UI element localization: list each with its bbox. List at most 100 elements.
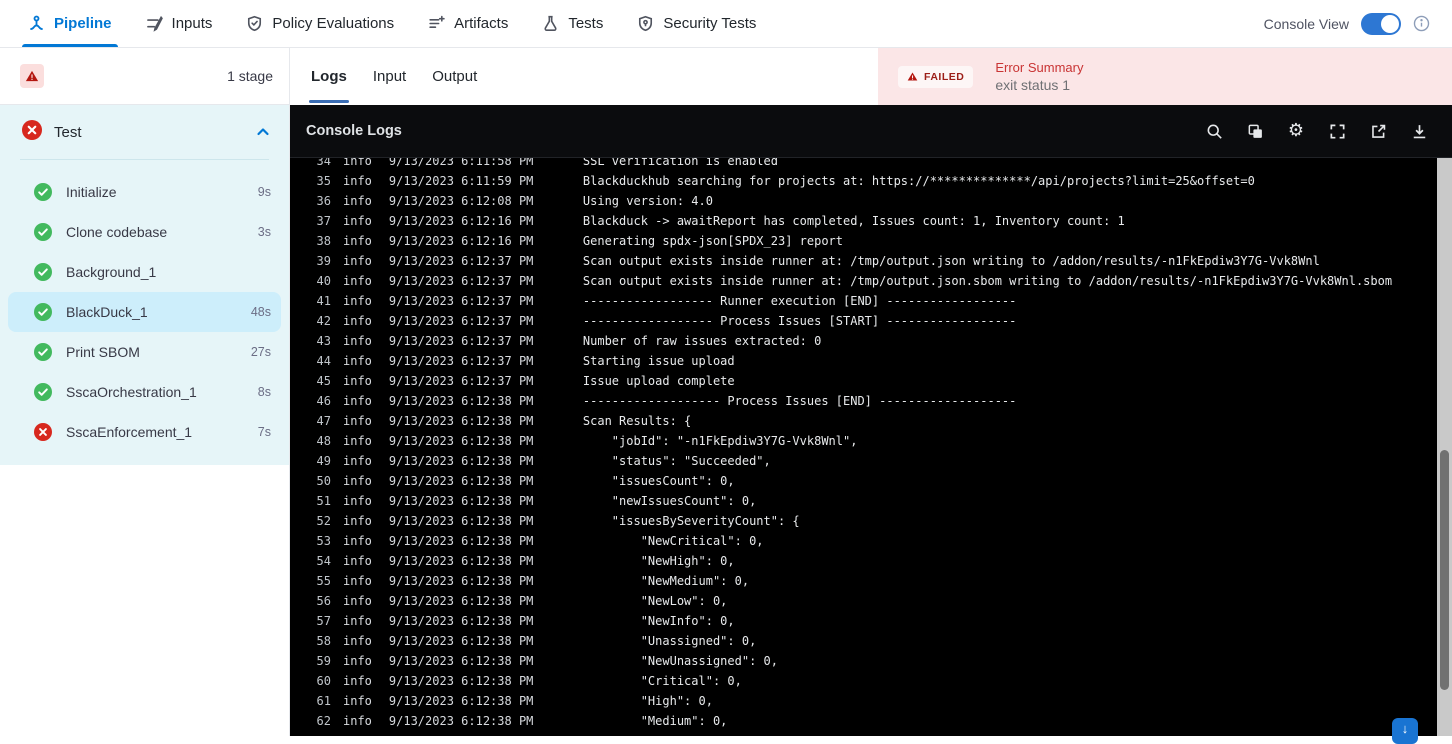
log-line-number: 43 (316, 334, 331, 348)
step-row[interactable]: Background_1 (8, 252, 281, 292)
log-level: info (343, 158, 372, 168)
log-level: info (343, 694, 372, 708)
log-timestamp: 9/13/2023 6:12:16 PM (388, 214, 534, 228)
log-level: info (343, 594, 372, 608)
log-line: 43 info 9/13/2023 6:12:37 PM Number of r… (290, 331, 1452, 351)
tab-label: Pipeline (54, 15, 112, 32)
step-row[interactable]: Print SBOM 27s (8, 332, 281, 372)
log-line: 55 info 9/13/2023 6:12:38 PM "NewMedium"… (290, 571, 1452, 591)
log-message: "High": 0, (582, 694, 713, 708)
tab-pipeline[interactable]: Pipeline (22, 0, 118, 47)
info-icon[interactable] (1413, 15, 1430, 32)
log-timestamp: 9/13/2023 6:12:37 PM (388, 374, 534, 388)
failed-badge: FAILED (898, 65, 974, 88)
error-summary-title: Error Summary (995, 60, 1084, 75)
step-duration: 3s (257, 225, 271, 239)
step-name: Background_1 (66, 264, 157, 280)
open-in-new-icon[interactable] (1369, 122, 1387, 140)
log-line: 34 info 9/13/2023 6:11:58 PM SSL verific… (290, 158, 1452, 171)
log-level: info (343, 214, 372, 228)
log-message: "Critical": 0, (582, 674, 742, 688)
log-message: Scan output exists inside runner at: /tm… (582, 254, 1320, 268)
console-view-toggle[interactable] (1361, 12, 1401, 35)
log-timestamp: 9/13/2023 6:12:16 PM (388, 234, 534, 248)
log-message: "issuesBySeverityCount": { (582, 514, 800, 528)
log-timestamp: 9/13/2023 6:12:37 PM (388, 294, 534, 308)
tab-inputs[interactable]: Inputs (146, 0, 213, 47)
scroll-to-bottom-button[interactable]: ↓ (1392, 718, 1418, 744)
log-timestamp: 9/13/2023 6:12:38 PM (388, 514, 534, 528)
log-level: info (343, 574, 372, 588)
step-row[interactable]: SscaOrchestration_1 8s (8, 372, 281, 412)
stage-row-test[interactable]: Test (0, 105, 289, 159)
step-name: Initialize (66, 184, 117, 200)
log-timestamp: 9/13/2023 6:12:38 PM (388, 434, 534, 448)
settings-icon[interactable]: ⚙ (1287, 122, 1305, 140)
log-level: info (343, 194, 372, 208)
log-scroll-area[interactable]: 34 info 9/13/2023 6:11:58 PM SSL verific… (290, 158, 1452, 736)
log-line: 36 info 9/13/2023 6:12:08 PM Using versi… (290, 191, 1452, 211)
log-line: 46 info 9/13/2023 6:12:38 PM -----------… (290, 391, 1452, 411)
chevron-up-icon[interactable] (255, 124, 271, 140)
tab-label: Inputs (171, 15, 213, 32)
log-level: info (343, 454, 372, 468)
log-level: info (343, 714, 372, 728)
log-line-number: 57 (316, 614, 331, 628)
log-timestamp: 9/13/2023 6:12:38 PM (388, 634, 534, 648)
step-row[interactable]: Initialize 9s (8, 172, 281, 212)
log-line-number: 58 (316, 634, 331, 648)
download-icon[interactable] (1410, 122, 1428, 140)
warning-triangle-icon (25, 70, 39, 82)
log-line: 62 info 9/13/2023 6:12:38 PM "Medium": 0… (290, 711, 1452, 731)
step-row[interactable]: BlackDuck_1 48s (8, 292, 281, 332)
step-row[interactable]: SscaEnforcement_1 7s (8, 412, 281, 452)
fullscreen-icon[interactable] (1328, 122, 1346, 140)
log-timestamp: 9/13/2023 6:11:58 PM (388, 158, 534, 168)
inputs-icon (146, 15, 163, 32)
step-duration: 27s (250, 345, 271, 359)
tab-output[interactable]: Output (432, 48, 477, 105)
tab-artifacts[interactable]: Artifacts (428, 0, 508, 47)
log-message: Blackduckhub searching for projects at: … (582, 174, 1255, 188)
topbar-right: Console View (1264, 12, 1430, 35)
tab-security-tests[interactable]: Security Tests (637, 0, 756, 47)
log-message: ------------------ Runner execution [END… (582, 294, 1017, 308)
log-line: 54 info 9/13/2023 6:12:38 PM "NewHigh": … (290, 551, 1452, 571)
error-texts: Error Summary exit status 1 (995, 60, 1083, 93)
log-line: 38 info 9/13/2023 6:12:16 PM Generating … (290, 231, 1452, 251)
step-row[interactable]: Clone codebase 3s (8, 212, 281, 252)
tab-logs[interactable]: Logs (309, 48, 349, 105)
step-duration: 7s (257, 425, 271, 439)
step-detail-tabstrip: Logs Input Output FAILED Error Summary e… (290, 48, 1452, 105)
log-line: 57 info 9/13/2023 6:12:38 PM "NewInfo": … (290, 611, 1452, 631)
main-panel: Logs Input Output FAILED Error Summary e… (290, 48, 1452, 744)
log-level: info (343, 294, 372, 308)
log-line-number: 51 (316, 494, 331, 508)
scrollbar-track[interactable] (1437, 158, 1452, 736)
log-timestamp: 9/13/2023 6:12:37 PM (388, 274, 534, 288)
scrollbar-thumb[interactable] (1440, 450, 1449, 690)
log-level: info (343, 274, 372, 288)
step-detail-tabs: Logs Input Output (290, 48, 878, 105)
tab-tests[interactable]: Tests (542, 0, 603, 47)
log-timestamp: 9/13/2023 6:12:37 PM (388, 254, 534, 268)
copy-icon[interactable] (1246, 122, 1264, 140)
tab-label: Input (372, 68, 407, 85)
tab-input[interactable]: Input (373, 48, 406, 105)
log-line-number: 61 (316, 694, 331, 708)
log-timestamp: 9/13/2023 6:12:38 PM (388, 694, 534, 708)
search-icon[interactable] (1205, 122, 1223, 140)
top-nav-bar: Pipeline Inputs Policy Evaluations Artif… (0, 0, 1452, 48)
toggle-knob (1381, 14, 1399, 33)
log-level: info (343, 514, 372, 528)
log-line-number: 48 (316, 434, 331, 448)
check-circle-icon (34, 383, 52, 401)
log-line: 60 info 9/13/2023 6:12:38 PM "Critical":… (290, 671, 1452, 691)
tab-policy-evaluations[interactable]: Policy Evaluations (246, 0, 394, 47)
log-line-number: 40 (316, 274, 331, 288)
log-level: info (343, 314, 372, 328)
log-level: info (343, 434, 372, 448)
tab-label: Security Tests (663, 15, 757, 32)
x-circle-icon (22, 119, 42, 145)
pipeline-icon (28, 15, 45, 32)
